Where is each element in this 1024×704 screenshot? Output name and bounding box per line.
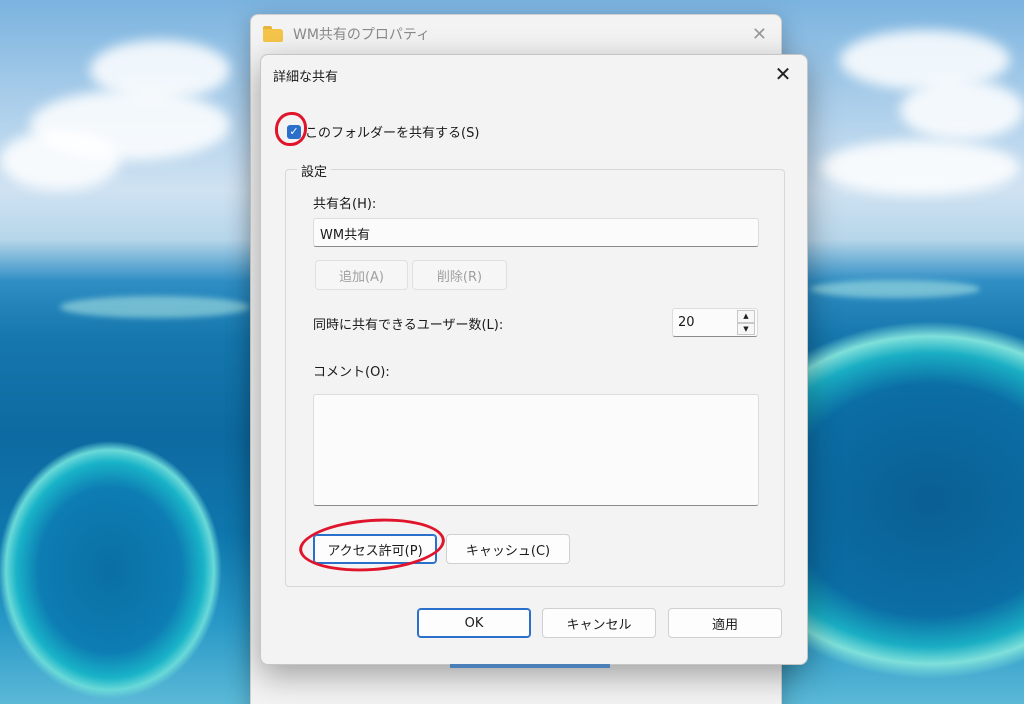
settings-legend: 設定	[297, 161, 332, 180]
dialog-title: 詳細な共有	[273, 70, 339, 85]
spin-buttons: ▲ ▼	[737, 310, 755, 335]
properties-close-icon[interactable]: ✕	[752, 24, 767, 45]
properties-window-title: WM共有のプロパティ	[293, 27, 431, 43]
properties-titlebar: WM共有のプロパティ	[251, 15, 781, 53]
cancel-button[interactable]: キャンセル	[542, 608, 656, 638]
user-limit-value[interactable]: 20	[678, 315, 695, 330]
annotation-circle-checkbox	[275, 112, 307, 146]
back-window-accent-strip	[450, 664, 610, 668]
share-folder-checkbox-row[interactable]: ✓ このフォルダーを共有する(S)	[287, 122, 479, 141]
folder-icon	[263, 26, 283, 42]
share-name-label: 共有名(H):	[313, 197, 377, 212]
comment-textarea[interactable]	[313, 394, 759, 506]
advanced-sharing-dialog: 詳細な共有 ✕ ✓ このフォルダーを共有する(S) 設定 共有名(H): WM共…	[260, 54, 808, 665]
ok-button[interactable]: OK	[417, 608, 531, 638]
spin-up-icon[interactable]: ▲	[737, 310, 755, 323]
user-limit-stepper[interactable]: 20 ▲ ▼	[672, 308, 758, 337]
remove-button[interactable]: 削除(R)	[412, 260, 507, 290]
dialog-close-icon[interactable]: ✕	[769, 61, 797, 87]
share-name-input[interactable]: WM共有	[313, 218, 759, 247]
apply-button[interactable]: 適用	[668, 608, 782, 638]
user-limit-label: 同時に共有できるユーザー数(L):	[313, 318, 504, 333]
spin-down-icon[interactable]: ▼	[737, 322, 755, 335]
share-folder-label[interactable]: このフォルダーを共有する(S)	[305, 122, 479, 141]
add-button[interactable]: 追加(A)	[315, 260, 408, 290]
caching-button[interactable]: キャッシュ(C)	[446, 534, 570, 564]
comment-label: コメント(O):	[313, 365, 390, 380]
